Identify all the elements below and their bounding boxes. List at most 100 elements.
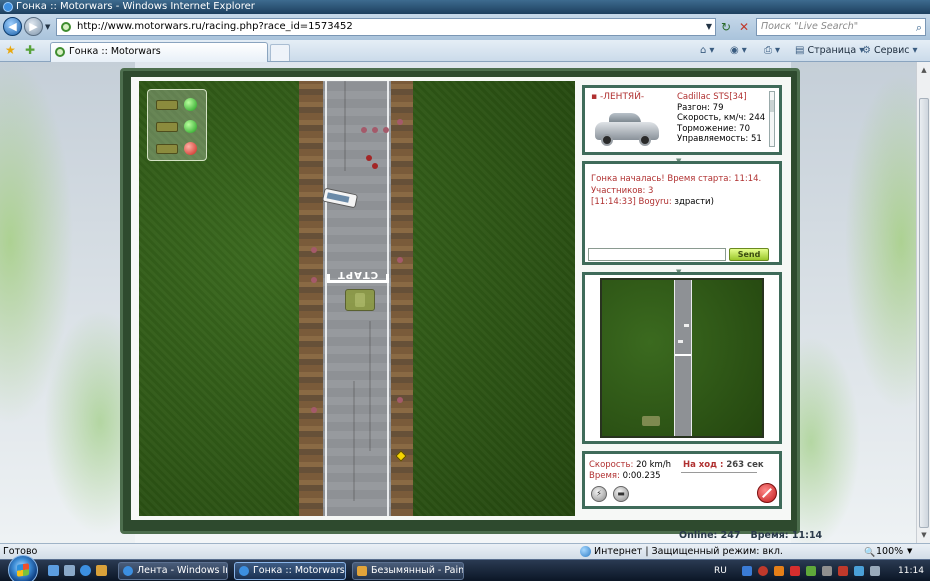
online-counter: Online: 247 Время: 11:14: [679, 530, 823, 541]
feeds-icon[interactable]: ◉ ▾: [730, 44, 747, 58]
paint-icon: [357, 566, 367, 576]
crashed-car-icon: [364, 149, 380, 173]
cone-icon: [311, 247, 317, 253]
vertical-scrollbar[interactable]: ▲ ▼: [916, 62, 930, 543]
turn-timer-underline: [681, 472, 757, 473]
send-button[interactable]: Send: [729, 248, 769, 261]
turn-timer: На ход : 263 сек: [683, 460, 764, 470]
scroll-down-icon[interactable]: ▼: [918, 528, 930, 542]
accelerate-button[interactable]: ⚡: [591, 486, 607, 502]
minimap-wreck-icon: [642, 416, 660, 426]
car-panel-scrollbar[interactable]: [769, 91, 775, 147]
cone-icon: [397, 257, 403, 263]
skid-mark: [369, 321, 371, 451]
skid-mark: [344, 81, 346, 171]
search-icon[interactable]: ⌕: [916, 20, 922, 36]
stop-icon[interactable]: ✕: [736, 18, 752, 36]
tray-icon[interactable]: [838, 566, 848, 576]
tray-icon[interactable]: [822, 566, 832, 576]
zoom-level[interactable]: 100%: [876, 544, 903, 559]
cone-icon: [372, 127, 378, 133]
service-menu[interactable]: ⚙ Сервис ▾: [862, 44, 918, 58]
brake-button[interactable]: ▬: [613, 486, 629, 502]
start-label: СТАРТ: [337, 269, 379, 280]
new-tab-button[interactable]: [270, 44, 290, 61]
window-title-bar[interactable]: Гонка :: Motorwars - Windows Internet Ex…: [0, 0, 930, 14]
tray-icon[interactable]: [790, 566, 800, 576]
skid-mark: [353, 381, 355, 501]
race-track[interactable]: СТАРТ: [139, 81, 575, 516]
player-car: [345, 289, 375, 311]
start-light-row: [156, 120, 200, 134]
internet-zone-icon: [580, 546, 591, 557]
car-stat-row: Торможение: 70: [677, 123, 750, 134]
taskbar-button-paint[interactable]: Безымянный - Paint: [352, 562, 464, 580]
favorites-star-icon[interactable]: ★: [5, 43, 16, 57]
car-stats: Cadillac STS[34] Разгон: 79 Скорость, км…: [677, 92, 771, 145]
taskbar-button-motorwars[interactable]: Гонка :: Motorwars ...: [234, 562, 346, 580]
car-stat-row: Скорость, км/ч: 244: [677, 113, 766, 123]
explorer-quicklaunch-icon[interactable]: [96, 565, 107, 576]
security-zone[interactable]: Интернет | Защищенный режим: вкл.: [594, 544, 783, 559]
start-button[interactable]: [8, 555, 38, 581]
tab-motorwars[interactable]: Гонка :: Motorwars: [50, 42, 268, 62]
taskbar-button-feed[interactable]: Лента - Windows In...: [118, 562, 228, 580]
ie-icon: [239, 566, 249, 576]
refresh-icon[interactable]: ↻: [718, 18, 734, 36]
tray-icon[interactable]: [742, 566, 752, 576]
ie-icon: [3, 2, 13, 12]
quit-race-button[interactable]: [757, 483, 777, 503]
volume-icon[interactable]: [870, 566, 880, 576]
search-input[interactable]: Поиск "Live Search" ⌕: [756, 18, 926, 36]
ie-icon: [123, 566, 133, 576]
cone-icon: [361, 127, 367, 133]
service-menu-label: Сервис: [874, 45, 910, 56]
tray-icon[interactable]: [758, 566, 768, 576]
chat-system-message: Участников: 3: [591, 185, 654, 196]
tab-row: ★ ✚ Гонка :: Motorwars ⌂ ▾ ◉ ▾ ⎙ ▾ ▤ Стр…: [0, 40, 930, 62]
start-light-row: [156, 98, 200, 112]
print-icon[interactable]: ⎙ ▾: [764, 44, 780, 58]
zoom-dropdown-icon[interactable]: ▼: [907, 544, 912, 559]
clock[interactable]: 11:14: [898, 562, 924, 580]
network-icon[interactable]: [854, 566, 864, 576]
show-desktop-icon[interactable]: [48, 565, 59, 576]
system-tray: RU 11:14: [706, 562, 930, 580]
scroll-up-icon[interactable]: ▲: [918, 63, 930, 77]
road-edge-left: [325, 81, 327, 516]
scrollbar-thumb[interactable]: [919, 98, 929, 528]
player-name: ▪ -ЛЕНТЯЙ-: [591, 92, 645, 102]
cone-icon: [383, 127, 389, 133]
chat-message: [11:14:33] Bogyru: здрасти): [591, 197, 714, 207]
address-input[interactable]: http://www.motorwars.ru/racing.php?race_…: [56, 18, 716, 36]
light-holder: [156, 122, 178, 132]
switch-windows-icon[interactable]: [64, 565, 75, 576]
add-favorites-icon[interactable]: ✚: [25, 43, 35, 57]
tray-icon[interactable]: [774, 566, 784, 576]
minimap-start-line: [675, 354, 691, 356]
car-info-panel: ▪ -ЛЕНТЯЙ- Cadillac STS[34] Разгон: 79 С…: [582, 85, 782, 155]
minimap-opponent-marker: [684, 324, 689, 327]
minimap-opponent-marker: [678, 340, 683, 343]
tab-label: Гонка :: Motorwars: [69, 46, 161, 57]
home-icon[interactable]: ⌂ ▾: [700, 44, 714, 58]
history-dropdown-icon[interactable]: ▼: [45, 23, 50, 31]
page-viewport: СТАРТ ▪ -ЛЕНТЯЙ- Cadillac STS[34] Разгон…: [0, 62, 916, 543]
address-bar-row: ◀ ▶ ▼ http://www.motorwars.ru/racing.php…: [0, 14, 930, 40]
ie-quicklaunch-icon[interactable]: [80, 565, 91, 576]
page-icon: [61, 22, 71, 32]
chat-input[interactable]: [588, 248, 726, 261]
red-light-icon: [184, 142, 197, 155]
page-menu[interactable]: ▤ Страница ▾: [795, 44, 864, 58]
language-indicator[interactable]: RU: [714, 562, 727, 580]
address-dropdown-icon[interactable]: ▼: [706, 19, 712, 35]
search-placeholder: Поиск "Live Search": [761, 21, 859, 32]
tab-page-icon: [55, 47, 65, 57]
forward-button[interactable]: ▶: [24, 17, 43, 36]
back-button[interactable]: ◀: [3, 17, 22, 36]
windows-logo-icon: [17, 563, 29, 577]
tray-icon[interactable]: [806, 566, 816, 576]
address-url: http://www.motorwars.ru/racing.php?race_…: [77, 21, 353, 32]
time-readout: Время: 0:00.235: [589, 471, 661, 481]
light-holder: [156, 144, 178, 154]
